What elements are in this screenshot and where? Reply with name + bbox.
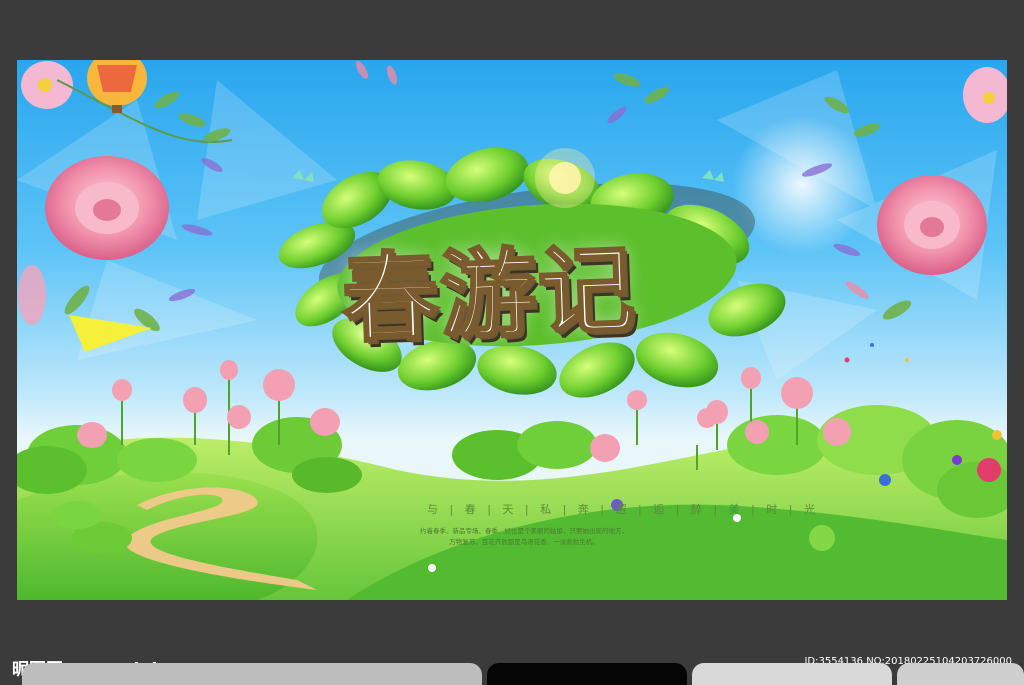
- poster-blurb: 约着春季、新品专场、春季、好比是个美丽的姑娘，只要她出现的地方， 万物复苏，百花…: [409, 526, 639, 548]
- poster-slogan: 与 | 春 | 天 | 私 | 奔 | 邂 | 逅 | 醉 | 美 | 时 | …: [427, 503, 819, 516]
- blurb-line-2: 万物复苏，百花齐放都是鸟语花香、一派勃勃生机。: [449, 538, 599, 546]
- bottom-tab-bar-3[interactable]: [692, 663, 892, 685]
- bottom-tab-bar-2[interactable]: [487, 663, 687, 685]
- spring-outing-poster: 春游记 与 | 春 | 天 | 私 | 奔 | 邂 | 逅 | 醉 | 美 | …: [17, 60, 1007, 600]
- poster-title: 春游记: [339, 232, 640, 357]
- title-area: 春游记: [277, 165, 777, 425]
- bottom-tab-bar-4[interactable]: [897, 663, 1024, 685]
- blurb-line-1: 约着春季、新品专场、春季、好比是个美丽的姑娘，只要她出现的地方，: [420, 527, 628, 535]
- page-canvas: 春游记 与 | 春 | 天 | 私 | 奔 | 邂 | 逅 | 醉 | 美 | …: [0, 0, 1024, 685]
- bottom-tab-bar-1[interactable]: [22, 663, 482, 685]
